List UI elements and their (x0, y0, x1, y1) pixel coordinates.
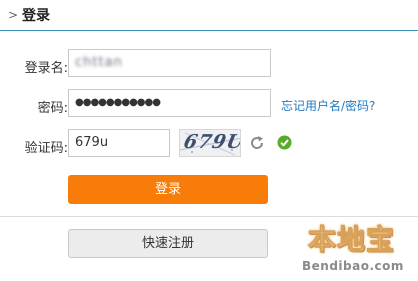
username-input[interactable]: chttan (68, 49, 271, 77)
watermark-url: Bendibao.com (302, 259, 404, 273)
username-label: 登录名: (24, 61, 68, 76)
username-value: chttan (75, 55, 123, 70)
page-header: > 登录 (0, 0, 418, 30)
refresh-icon[interactable] (249, 135, 265, 151)
page-title: 登录 (22, 8, 50, 24)
quick-register-button[interactable]: 快速注册 (68, 229, 268, 258)
captcha-value: 679u (75, 135, 109, 150)
captcha-image[interactable]: 679U (179, 129, 241, 157)
password-input[interactable]: ●●●●●●●●●●● (68, 89, 271, 117)
watermark-brand: 本地宝 (307, 223, 396, 257)
chevron-right-icon: > (8, 8, 19, 22)
login-button[interactable]: 登录 (68, 175, 268, 204)
section-divider (0, 216, 418, 217)
password-value: ●●●●●●●●●●● (75, 97, 161, 108)
header-divider (0, 30, 418, 31)
captcha-input[interactable]: 679u (68, 129, 170, 157)
captcha-label: 验证码: (24, 141, 68, 156)
password-label: 密码: (37, 101, 68, 116)
watermark-logo: 本地宝 Bendibao.com (298, 220, 418, 281)
forgot-password-link[interactable]: 忘记用户名/密码? (281, 97, 375, 114)
check-circle-icon (277, 135, 292, 150)
captcha-image-text: 679U (181, 131, 241, 153)
